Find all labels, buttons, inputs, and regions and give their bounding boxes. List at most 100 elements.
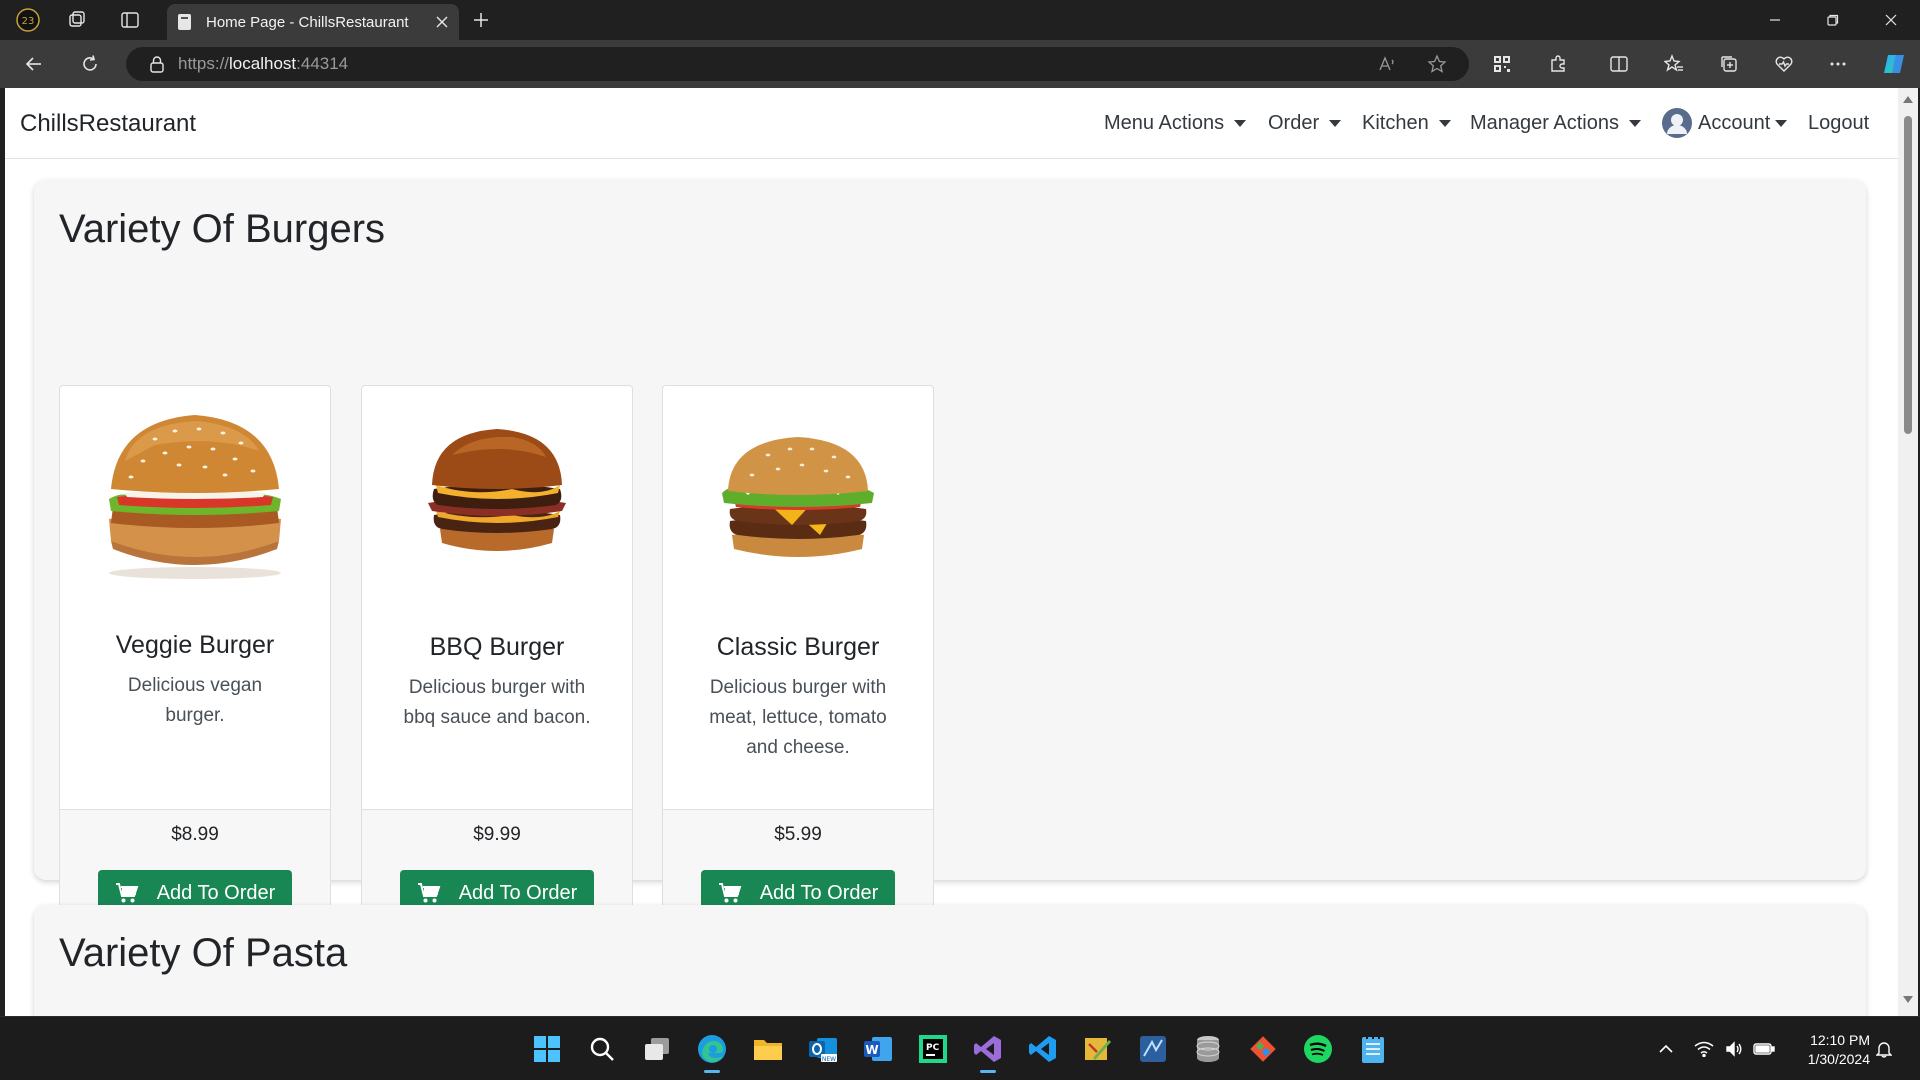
- item-description: Delicious burger with meat, lettuce, tom…: [709, 677, 887, 758]
- profile-icon[interactable]: 23: [12, 6, 44, 34]
- burgers-section: Variety Of Burgers Veggie Burger Delicio…: [34, 180, 1866, 927]
- cart-icon: [417, 883, 441, 903]
- scroll-up-icon[interactable]: [1903, 96, 1913, 103]
- read-aloud-icon[interactable]: [1371, 48, 1403, 80]
- task-view-icon[interactable]: [637, 1029, 677, 1069]
- start-icon[interactable]: [527, 1029, 567, 1069]
- item-description: Delicious burger with bbq sauce and baco…: [403, 677, 591, 728]
- volume-icon[interactable]: [1722, 1037, 1746, 1061]
- refresh-icon[interactable]: [72, 48, 108, 80]
- close-tab-icon[interactable]: [429, 9, 455, 35]
- edge-icon[interactable]: [692, 1029, 732, 1073]
- split-screen-icon[interactable]: [1601, 48, 1637, 80]
- qr-code-icon[interactable]: [1484, 48, 1520, 80]
- windows-taskbar: NEW W PC 12:10 PM 1/30/2024: [0, 1016, 1920, 1080]
- url-text[interactable]: https://localhost:44314: [178, 54, 348, 74]
- file-explorer-icon[interactable]: [748, 1029, 788, 1069]
- page-viewport: ChillsRestaurant Menu Actions Order Kitc…: [5, 88, 1898, 1016]
- outlook-icon[interactable]: NEW: [803, 1029, 843, 1069]
- section-title: Variety Of Pasta: [59, 931, 348, 975]
- word-icon[interactable]: W: [858, 1029, 898, 1069]
- notepad-icon[interactable]: [1353, 1029, 1393, 1069]
- item-name: BBQ Burger: [429, 633, 565, 661]
- site-navbar: ChillsRestaurant Menu Actions Order Kitc…: [5, 88, 1898, 159]
- user-avatar-icon: [1662, 108, 1692, 138]
- address-toolbar: https://localhost:44314: [0, 40, 1920, 88]
- browser-essentials-icon[interactable]: [1766, 48, 1802, 80]
- address-bar[interactable]: https://localhost:44314: [126, 47, 1469, 81]
- site-brand-link[interactable]: ChillsRestaurant: [20, 110, 196, 138]
- notification-bell-icon[interactable]: [1872, 1037, 1896, 1061]
- item-price: $9.99: [473, 824, 521, 845]
- active-tab[interactable]: Home Page - ChillsRestaurant: [167, 4, 459, 40]
- search-icon[interactable]: [582, 1029, 622, 1069]
- item-description: Delicious vegan burger.: [127, 675, 263, 726]
- favorites-icon[interactable]: [1656, 48, 1692, 80]
- more-options-icon[interactable]: [1820, 48, 1856, 80]
- vscode-icon[interactable]: [1023, 1029, 1063, 1069]
- minimize-icon[interactable]: [1747, 0, 1803, 40]
- restore-icon[interactable]: [1805, 0, 1861, 40]
- nav-menu-actions-dropdown[interactable]: Menu Actions: [1104, 112, 1247, 135]
- nav-order-label: Order: [1268, 112, 1320, 134]
- collections-icon[interactable]: [1711, 48, 1747, 80]
- pasta-section: Variety Of Pasta: [34, 905, 1866, 1016]
- menu-item-card: Classic Burger Delicious burger with mea…: [662, 385, 934, 927]
- new-tab-icon[interactable]: [466, 6, 496, 34]
- item-price: $8.99: [171, 824, 219, 845]
- nav-kitchen-dropdown[interactable]: Kitchen: [1362, 112, 1451, 135]
- page-scrollbar[interactable]: [1898, 88, 1918, 1016]
- workspaces-icon[interactable]: [61, 6, 93, 34]
- copilot-icon[interactable]: [1876, 48, 1912, 80]
- lock-icon[interactable]: [148, 55, 166, 73]
- scroll-down-icon[interactable]: [1903, 996, 1913, 1003]
- notes-app-icon[interactable]: [1078, 1029, 1118, 1069]
- caret-down-icon: [1234, 120, 1247, 127]
- bbq-burger-image: [362, 386, 632, 596]
- browser-tab-bar: 23 Home Page - ChillsRestaurant: [0, 0, 1920, 40]
- caret-down-icon: [1628, 120, 1641, 127]
- nav-logout-link[interactable]: Logout: [1808, 112, 1869, 135]
- visual-studio-icon[interactable]: [968, 1029, 1008, 1073]
- show-hidden-icons-icon[interactable]: [1654, 1037, 1678, 1061]
- item-name: Veggie Burger: [115, 631, 275, 659]
- database-icon[interactable]: [1188, 1029, 1228, 1069]
- item-price: $5.99: [774, 824, 822, 845]
- battery-icon[interactable]: [1752, 1037, 1776, 1061]
- scrollbar-thumb[interactable]: [1904, 116, 1912, 434]
- veggie-burger-image: [60, 386, 330, 596]
- system-clock[interactable]: 12:10 PM 1/30/2024: [1790, 1031, 1870, 1069]
- extensions-icon[interactable]: [1540, 48, 1576, 80]
- wifi-icon[interactable]: [1692, 1037, 1716, 1061]
- clock-date: 1/30/2024: [1807, 1051, 1870, 1067]
- classic-burger-image: [663, 386, 933, 596]
- app-icon[interactable]: [1133, 1029, 1173, 1069]
- svg-text:PC: PC: [926, 1043, 940, 1053]
- add-to-order-label: Add To Order: [759, 881, 879, 904]
- clock-time: 12:10 PM: [1810, 1032, 1870, 1048]
- nav-menu-actions-label: Menu Actions: [1104, 112, 1225, 134]
- back-icon[interactable]: [16, 48, 52, 80]
- git-icon[interactable]: [1243, 1029, 1283, 1069]
- caret-down-icon: [1329, 120, 1342, 127]
- item-name: Classic Burger: [716, 633, 880, 661]
- svg-text:W: W: [865, 1043, 878, 1057]
- nav-manager-actions-dropdown[interactable]: Manager Actions: [1470, 112, 1641, 135]
- pycharm-icon[interactable]: PC: [913, 1029, 953, 1069]
- caret-down-icon: [1438, 120, 1451, 127]
- close-window-icon[interactable]: [1863, 0, 1919, 40]
- nav-account-label: Account: [1698, 111, 1771, 134]
- add-to-order-label: Add To Order: [156, 881, 276, 904]
- cart-icon: [718, 883, 742, 903]
- nav-order-dropdown[interactable]: Order: [1268, 112, 1342, 135]
- vertical-tabs-icon[interactable]: [114, 6, 146, 34]
- favorite-star-icon[interactable]: [1421, 48, 1453, 80]
- menu-item-card: Veggie Burger Delicious vegan burger. $8…: [59, 385, 331, 927]
- svg-text:23: 23: [22, 16, 35, 27]
- add-to-order-label: Add To Order: [458, 881, 578, 904]
- spotify-icon[interactable]: [1298, 1029, 1338, 1069]
- svg-text:NEW: NEW: [822, 1056, 836, 1063]
- nav-kitchen-label: Kitchen: [1362, 112, 1429, 134]
- tab-title: Home Page - ChillsRestaurant: [206, 13, 409, 31]
- nav-account-dropdown[interactable]: Account: [1662, 108, 1788, 138]
